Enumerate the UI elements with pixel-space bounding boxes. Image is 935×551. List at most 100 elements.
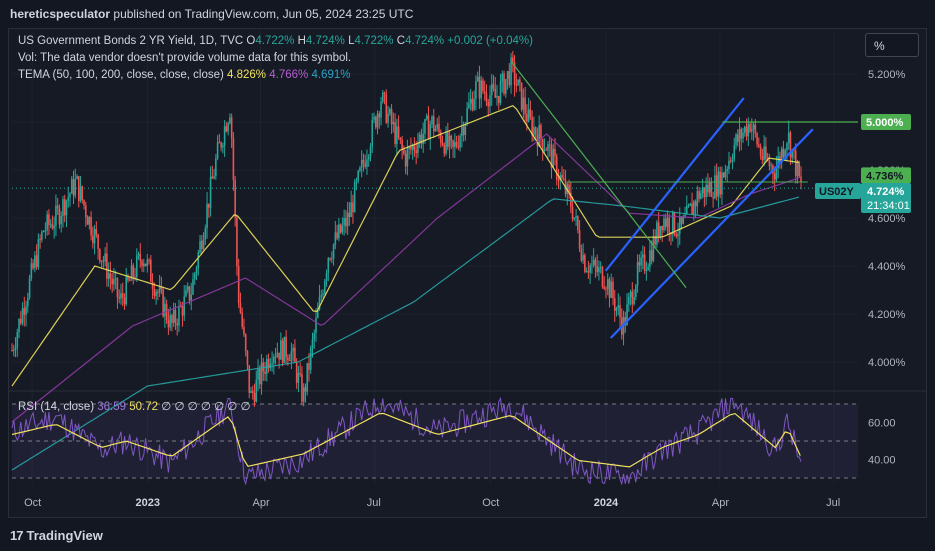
candle-body <box>508 71 511 86</box>
candle-body <box>28 278 31 298</box>
candle-body <box>290 351 293 361</box>
candle-body <box>589 265 591 273</box>
candle-body <box>155 291 157 296</box>
candle-body <box>738 129 741 142</box>
candle-body <box>237 266 240 303</box>
candles-group <box>11 51 802 407</box>
candle-body <box>85 205 87 218</box>
time-axis-label: Apr <box>253 497 270 509</box>
candle-body <box>19 318 22 324</box>
candle-body <box>450 135 453 141</box>
candle-body <box>125 275 128 305</box>
candle-body <box>577 216 579 231</box>
candle-body <box>137 253 140 256</box>
chart-canvas[interactable]: 5.200%5.000%4.800%4.600%4.400%4.200%4.00… <box>0 0 935 551</box>
candle-body <box>209 176 212 208</box>
candle-body <box>534 127 537 135</box>
candle-body <box>336 232 338 239</box>
candle-body <box>615 307 618 311</box>
candle-body <box>448 135 451 147</box>
candle-body <box>457 145 460 148</box>
candle-body <box>74 179 77 196</box>
candle-body <box>406 149 409 167</box>
candle-body <box>747 123 750 137</box>
candle-body <box>487 101 490 107</box>
candle-body <box>475 81 477 99</box>
candle-body <box>578 230 581 249</box>
candle-body <box>216 142 219 159</box>
tema-value-badge: 4.736% <box>866 170 904 182</box>
candle-body <box>83 200 85 206</box>
candle-body <box>381 92 384 102</box>
candle-body <box>232 138 235 181</box>
candle-body <box>30 263 33 279</box>
candle-body <box>236 217 238 267</box>
candle-body <box>225 126 228 132</box>
candle-body <box>635 285 637 297</box>
candle-body <box>255 379 258 402</box>
candle-body <box>100 260 103 262</box>
candle-body <box>70 179 73 194</box>
candle-body <box>230 117 233 139</box>
level-5-badge: 5.000% <box>866 117 904 129</box>
candle-body <box>150 259 152 282</box>
candle-body <box>37 239 40 268</box>
candle-body <box>114 278 117 280</box>
candle-body <box>418 134 421 143</box>
candle-body <box>610 281 613 298</box>
candle-body <box>132 265 135 277</box>
candle-body <box>462 126 465 136</box>
candle-body <box>729 160 732 162</box>
upper-channel-line <box>604 97 745 272</box>
candle-body <box>751 129 753 132</box>
candle-body <box>438 123 440 133</box>
candle-body <box>360 159 363 168</box>
candle-body <box>501 73 504 82</box>
candle-body <box>415 150 417 154</box>
candle-body <box>213 176 215 179</box>
candle-body <box>721 172 723 195</box>
candle-body <box>773 173 776 180</box>
candle-body <box>562 178 565 180</box>
candle-body <box>193 273 196 280</box>
candle-body <box>181 306 184 316</box>
candle-body <box>308 363 310 370</box>
candle-body <box>754 124 757 134</box>
candle-body <box>468 103 470 109</box>
candle-body <box>218 142 221 144</box>
candle-body <box>313 333 316 340</box>
candle-body <box>222 145 224 148</box>
candle-body <box>25 306 27 315</box>
candle-body <box>251 390 254 393</box>
candle-body <box>394 121 396 144</box>
candle-body <box>23 308 26 315</box>
candle-body <box>332 244 335 259</box>
candle-body <box>580 248 583 261</box>
price-axis-label: 5.200% <box>868 69 906 81</box>
candle-body <box>708 182 711 193</box>
candle-body <box>506 71 509 80</box>
candle-body <box>714 175 716 199</box>
time-axis-label: Jul <box>826 497 840 509</box>
candle-body <box>601 267 604 287</box>
candle-body <box>510 57 512 86</box>
candle-body <box>504 79 507 94</box>
candle-body <box>346 212 349 227</box>
candle-body <box>264 371 266 374</box>
percent-scale-button[interactable]: % <box>865 33 919 57</box>
candle-body <box>429 124 432 139</box>
time-axis-label: 2023 <box>136 497 160 509</box>
candle-body <box>192 279 194 295</box>
candle-body <box>459 135 461 148</box>
candle-body <box>608 279 611 298</box>
candle-body <box>325 272 328 281</box>
candle-body <box>798 161 801 177</box>
candle-body <box>355 180 358 183</box>
candle-body <box>56 205 59 209</box>
candle-body <box>441 142 444 145</box>
candle-body <box>480 80 482 99</box>
candle-body <box>763 146 765 161</box>
candle-body <box>76 176 78 180</box>
candle-body <box>759 146 762 156</box>
candle-body <box>497 95 500 104</box>
